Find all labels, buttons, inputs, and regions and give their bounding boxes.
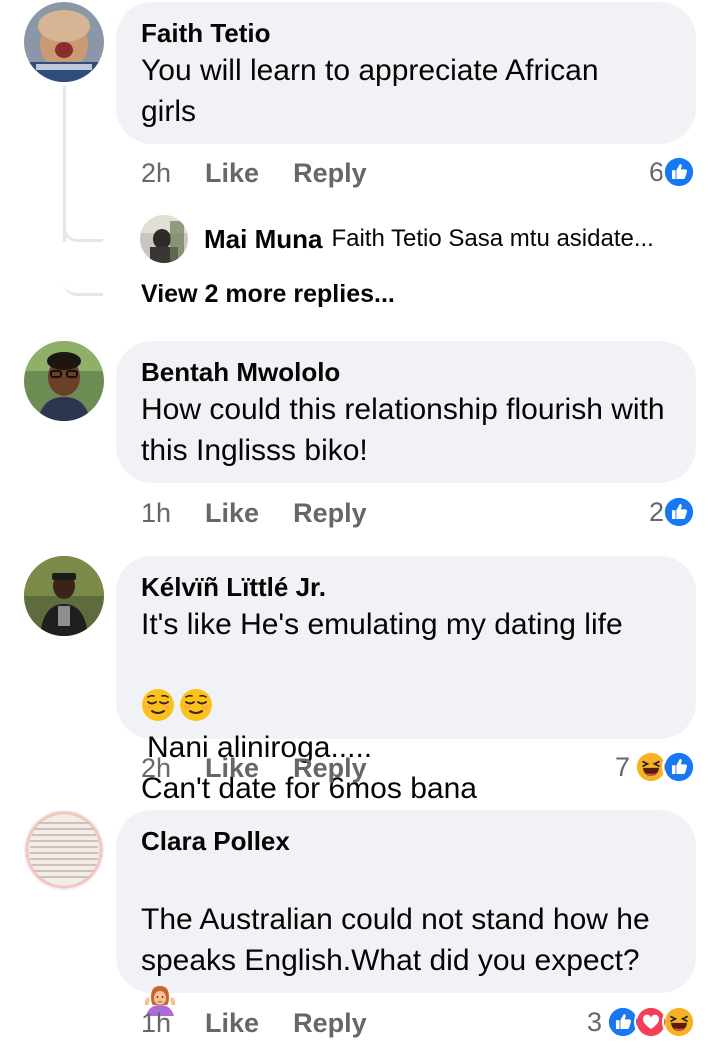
comment-text: You will learn to appreciate African gir… [141, 54, 599, 128]
comment-actions: 1h Like Reply [141, 1003, 401, 1043]
comment-actions: 2h Like Reply [141, 748, 401, 788]
avatar-image [24, 810, 104, 890]
comment-author[interactable]: Bentah Mwololo [141, 355, 672, 389]
avatar-faith-tetio[interactable] [24, 2, 104, 82]
reply-button[interactable]: Reply [293, 753, 367, 784]
reply-button[interactable]: Reply [293, 158, 367, 189]
comment-text: The Australian could not stand how he sp… [141, 858, 661, 1022]
avatar-image [24, 341, 104, 421]
comment-bubble: Bentah Mwololo How could this relationsh… [116, 341, 696, 483]
reply-button[interactable]: Reply [293, 498, 367, 529]
reaction-count: 7 [614, 751, 630, 782]
avatar-bentah-mwololo[interactable] [24, 341, 104, 421]
like-reaction-icon [662, 750, 696, 784]
reply-button[interactable]: Reply [293, 1008, 367, 1039]
view-more-replies-link[interactable]: View 2 more replies... [141, 280, 395, 309]
relieved-face-emoji [141, 688, 175, 722]
like-reaction-icon [662, 495, 696, 529]
comment-text-fragment: The Australian could not stand how he sp… [141, 903, 650, 977]
comment-text: How could this relationship flourish wit… [141, 393, 665, 467]
like-button[interactable]: Like [205, 158, 259, 189]
avatar-mai-muna[interactable] [140, 215, 188, 263]
like-button[interactable]: Like [205, 1008, 259, 1039]
reaction-summary[interactable]: 3 [587, 1002, 696, 1042]
like-button[interactable]: Like [205, 753, 259, 784]
avatar-image [24, 556, 104, 636]
avatar-image [140, 215, 188, 263]
reaction-count: 3 [586, 1006, 602, 1037]
avatar-image [24, 2, 104, 82]
avatar-clara-pollex[interactable] [24, 810, 104, 890]
comment-bubble: Faith Tetio You will learn to appreciate… [116, 2, 696, 144]
reaction-summary[interactable]: 2 [649, 492, 696, 532]
comment-timestamp[interactable]: 1h [141, 498, 171, 529]
comment-author[interactable]: Faith Tetio [141, 16, 672, 50]
comment-text-line-1: It's like He's emulating my dating life [141, 608, 623, 641]
comment-author[interactable]: Clara Pollex [141, 824, 672, 858]
comment-timestamp[interactable]: 2h [141, 158, 171, 189]
relieved-face-emoji [179, 688, 213, 722]
thread-branch [63, 180, 103, 242]
reaction-summary[interactable]: 7 [615, 747, 696, 787]
like-reaction-icon [662, 155, 696, 189]
comment-timestamp[interactable]: 2h [141, 753, 171, 784]
comment-actions: 2h Like Reply [141, 153, 401, 193]
comment-bubble: Kélvïñ Lïttlé Jr. It's like He's emulati… [116, 556, 696, 805]
like-button[interactable]: Like [205, 498, 259, 529]
comment-bubble: Clara Pollex The Australian could not st… [116, 810, 696, 993]
reply-preview[interactable]: Mai Muna Faith Tetio Sasa mtu asidate... [140, 214, 654, 264]
reply-snippet: Faith Tetio Sasa mtu asidate... [331, 225, 654, 252]
comment-author[interactable]: Kélvïñ Lïttlé Jr. [141, 570, 672, 604]
reply-author[interactable]: Mai Muna [204, 224, 322, 255]
haha-reaction-icon [662, 1005, 696, 1039]
thread-branch [63, 240, 103, 296]
comment-actions: 1h Like Reply [141, 493, 401, 533]
reaction-summary[interactable]: 6 [649, 152, 696, 192]
avatar-kelvin-little-jr[interactable] [24, 556, 104, 636]
comment-timestamp[interactable]: 1h [141, 1008, 171, 1039]
